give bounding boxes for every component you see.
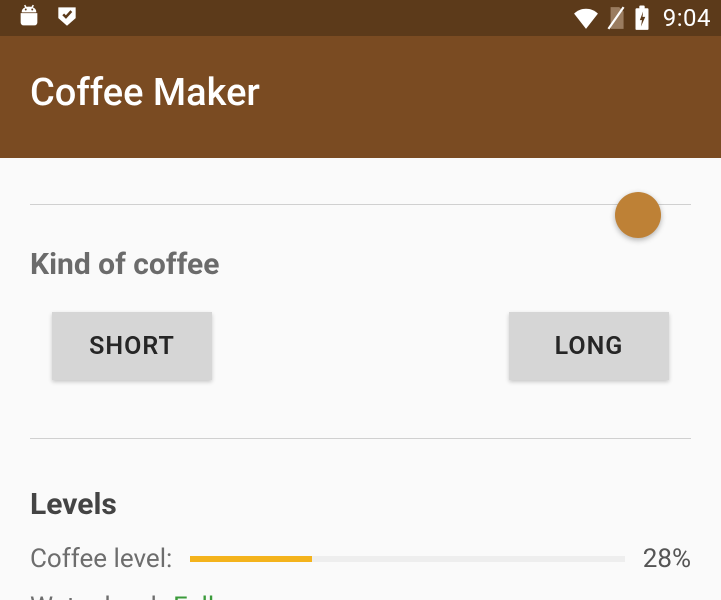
status-bar: 9:04 xyxy=(0,0,721,36)
kind-section-title: Kind of coffee xyxy=(30,247,691,282)
long-button[interactable]: LONG xyxy=(509,312,669,380)
coffee-level-progress xyxy=(190,556,624,562)
coffee-level-progress-fill xyxy=(190,556,312,562)
levels-section: Levels Coffee level: 28% Water level: Fu… xyxy=(30,439,691,600)
main-content: Kind of coffee SHORT LONG Levels Coffee … xyxy=(0,204,721,600)
coffee-level-label: Coffee level: xyxy=(30,544,172,574)
status-clock: 9:04 xyxy=(663,4,711,32)
levels-section-title: Levels xyxy=(30,487,691,522)
status-bar-right: 9:04 xyxy=(573,4,711,32)
water-level-label: Water level: xyxy=(30,592,163,600)
kind-buttons-row: SHORT LONG xyxy=(30,312,691,380)
water-level-row: Water level: Full xyxy=(30,592,691,600)
app-bar: Coffee Maker xyxy=(0,36,721,158)
floating-action-hint[interactable] xyxy=(615,192,661,238)
status-bar-left xyxy=(10,3,80,33)
battery-charging-icon xyxy=(633,5,651,31)
android-icon xyxy=(16,3,42,33)
app-title: Coffee Maker xyxy=(30,71,260,115)
no-sim-icon xyxy=(605,5,627,31)
coffee-level-row: Coffee level: 28% xyxy=(30,544,691,574)
coffee-level-percent: 28% xyxy=(643,544,691,574)
kind-section: Kind of coffee SHORT LONG xyxy=(30,205,691,380)
wifi-icon xyxy=(573,7,599,29)
check-badge-icon xyxy=(54,3,80,33)
short-button[interactable]: SHORT xyxy=(52,312,212,380)
water-level-value: Full xyxy=(173,592,214,600)
